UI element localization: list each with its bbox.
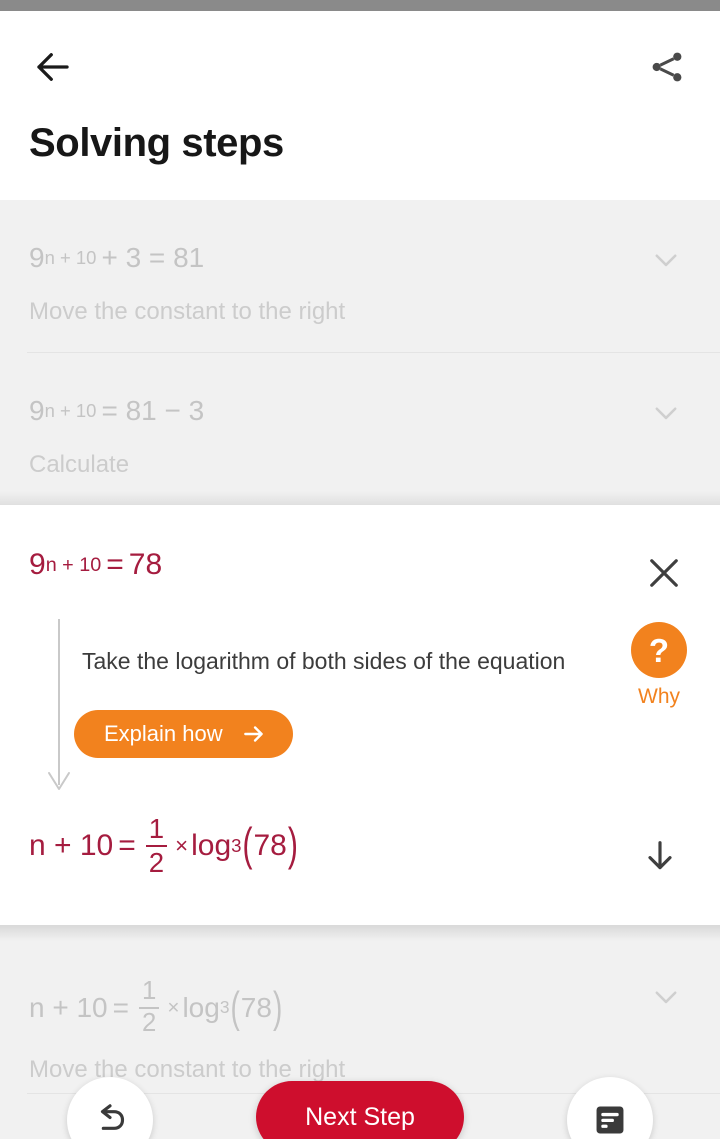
next-step-label: Next Step	[305, 1102, 415, 1131]
close-icon	[650, 559, 678, 587]
explain-how-button[interactable]: Explain how	[74, 710, 293, 758]
result-equals: =	[118, 828, 136, 862]
share-icon	[652, 52, 682, 82]
arrow-right-icon	[243, 726, 263, 742]
next-step-button[interactable]: Next Step	[256, 1081, 464, 1139]
step-1-description: Move the constant to the right	[29, 298, 346, 325]
step-4-fraction: 1 2	[139, 977, 160, 1037]
step-row-4[interactable]: n + 10 = 1 2 × log 3 ( 78 ) Move the cons…	[0, 941, 720, 1094]
vertical-arrow-connector	[48, 619, 70, 790]
explain-how-label: Explain how	[104, 721, 223, 746]
status-bar	[0, 0, 720, 11]
step-4-expand-toggle[interactable]	[646, 977, 686, 1017]
step-2-description: Calculate	[29, 451, 130, 478]
collapsed-steps-above: 9n + 10 + 3 = 81 Move the constant to th…	[0, 200, 720, 505]
step-2-rest: = 81 − 3	[101, 395, 205, 426]
step-1-expand-toggle[interactable]	[646, 240, 686, 280]
step-row-2[interactable]: 9n + 10 = 81 − 3 Calculate	[0, 353, 720, 505]
result-close-paren: )	[287, 819, 298, 871]
step-2-equation: 9n + 10 = 81 − 3	[29, 395, 209, 427]
active-eq-exponent: n + 10	[45, 553, 102, 576]
step-4-fraction-denominator: 2	[142, 1008, 157, 1037]
step-4-fraction-numerator: 1	[142, 977, 157, 1005]
step-4-lhs: n + 10	[29, 991, 108, 1023]
panel-shadow	[0, 925, 720, 941]
active-eq-equals: =	[106, 548, 124, 581]
step-2-base: 9	[29, 395, 45, 426]
why-button[interactable]: ? Why	[620, 622, 698, 709]
result-log-base: 3	[231, 834, 242, 856]
step-1-equation: 9n + 10 + 3 = 81	[29, 242, 209, 274]
close-step-button[interactable]	[636, 545, 692, 601]
why-glyph: ?	[648, 631, 670, 669]
active-eq-base: 9	[29, 548, 46, 581]
step-4-log: log	[182, 991, 220, 1023]
step-2-expand-toggle[interactable]	[646, 393, 686, 433]
step-4-log-base: 3	[219, 997, 230, 1018]
active-step-equation: 9n + 10 = 78	[29, 548, 162, 582]
result-argument: 78	[253, 828, 287, 862]
active-step-result: n + 10 = 1 2 × log 3 ( 78 )	[29, 815, 299, 876]
step-row-1[interactable]: 9n + 10 + 3 = 81 Move the constant to th…	[0, 200, 720, 353]
result-times: ×	[175, 832, 189, 858]
step-4-description: Move the constant to the right	[29, 1056, 346, 1083]
question-mark-icon: ?	[631, 622, 687, 678]
result-open-paren: (	[242, 819, 253, 871]
step-4-equation: n + 10 = 1 2 × log 3 ( 78 )	[29, 977, 283, 1037]
step-4-argument: 78	[240, 991, 272, 1023]
scroll-down-button[interactable]	[634, 830, 686, 882]
step-4-close-paren: )	[272, 982, 283, 1032]
chevron-down-icon	[655, 254, 677, 267]
step-1-base: 9	[29, 242, 45, 273]
solving-steps-screen: Solving steps 9n + 10 + 3 = 81 Move the …	[0, 0, 720, 1139]
arrow-down-icon	[648, 841, 672, 870]
back-button[interactable]	[26, 40, 80, 94]
result-fraction-numerator: 1	[148, 813, 165, 844]
step-4-times: ×	[167, 995, 180, 1019]
notes-list-icon	[596, 1106, 624, 1134]
result-fraction-denominator: 2	[148, 846, 165, 878]
why-label: Why	[638, 685, 680, 708]
step-4-open-paren: (	[230, 982, 240, 1032]
step-connector	[46, 619, 72, 795]
result-fraction: 1 2	[145, 813, 168, 878]
share-button[interactable]	[640, 40, 694, 94]
arrow-left-icon	[37, 53, 69, 81]
undo-arrow-icon	[100, 1104, 125, 1130]
chevron-down-icon	[655, 991, 677, 1004]
active-eq-right: 78	[128, 548, 163, 581]
step-hint-text: Take the logarithm of both sides of the …	[82, 648, 566, 674]
step-2-exponent: n + 10	[44, 400, 97, 421]
step-1-rest: + 3 = 81	[101, 242, 205, 273]
chevron-down-icon	[655, 407, 677, 420]
active-step-card: 9n + 10 = 78 Take the logarithm of both …	[0, 505, 720, 925]
step-1-exponent: n + 10	[44, 247, 97, 268]
result-lhs: n + 10	[29, 828, 114, 862]
app-header: Solving steps	[0, 11, 720, 200]
page-title: Solving steps	[29, 121, 284, 165]
result-log: log	[191, 828, 232, 862]
step-4-equals: =	[112, 991, 129, 1023]
